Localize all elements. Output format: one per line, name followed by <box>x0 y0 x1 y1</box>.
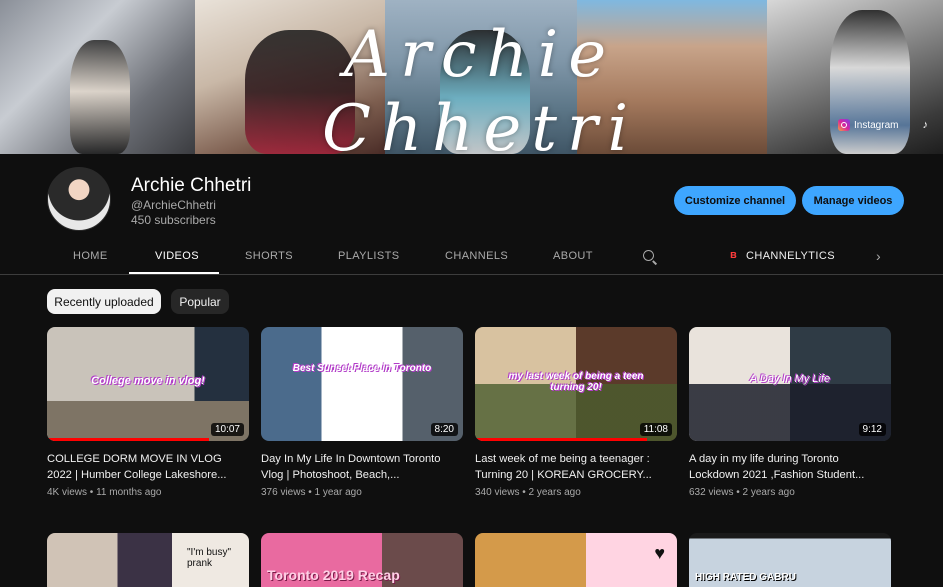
customize-channel-button[interactable]: Customize channel <box>674 186 796 215</box>
video-card[interactable]: College move in vlog! 10:07 COLLEGE DORM… <box>47 327 249 498</box>
banner-person-1 <box>70 40 130 154</box>
banner-person-4 <box>830 10 910 154</box>
chip-popular[interactable]: Popular <box>171 289 229 314</box>
tab-playlists[interactable]: PLAYLISTS <box>338 250 399 262</box>
instagram-link[interactable]: Instagram <box>854 120 898 131</box>
video-title[interactable]: COLLEGE DORM MOVE IN VLOG 2022 | Humber … <box>47 451 249 483</box>
thumbnail-caption: A Day In My Life <box>749 373 831 385</box>
video-thumbnail[interactable]: my last week of being a teen turning 20!… <box>475 327 677 441</box>
subscriber-count: 450 subscribers <box>131 213 216 227</box>
video-card[interactable]: Best Sunset Place in Toronto 8:20 Day In… <box>261 327 463 498</box>
chevron-right-icon[interactable]: › <box>876 248 881 264</box>
channel-name: Archie Chhetri <box>131 175 252 196</box>
thumbnail-caption: my last week of being a teen turning 20! <box>508 371 644 393</box>
tab-channels[interactable]: CHANNELS <box>445 250 508 262</box>
video-thumbnail[interactable]: ♥ <box>475 533 677 587</box>
video-card[interactable]: "I'm busy" prank <box>47 533 249 587</box>
video-title[interactable]: A day in my life during Toronto Lockdown… <box>689 451 891 483</box>
video-card[interactable]: ♥ <box>475 533 677 587</box>
video-duration: 10:07 <box>210 423 244 436</box>
video-duration: 9:12 <box>858 423 886 436</box>
tiktok-icon[interactable]: ♪ <box>922 119 928 131</box>
video-thumbnail[interactable]: "I'm busy" prank <box>47 533 249 587</box>
watch-progress-bar <box>475 438 647 441</box>
channel-avatar[interactable] <box>47 167 111 231</box>
thumbnail-caption: College move in vlog! <box>91 375 205 387</box>
video-meta: 632 views • 2 years ago <box>689 487 795 498</box>
channel-banner: Archie Chhetri Instagram ♪ <box>0 0 943 154</box>
banner-title: Archie Chhetri <box>321 18 639 154</box>
channel-handle: @ArchieChhetri <box>131 198 216 212</box>
tab-videos[interactable]: VIDEOS <box>155 250 199 262</box>
tab-home[interactable]: HOME <box>73 250 108 262</box>
manage-videos-button[interactable]: Manage videos <box>802 186 904 215</box>
video-card[interactable]: A Day In My Life 9:12 A day in my life d… <box>689 327 891 498</box>
instagram-icon[interactable] <box>838 119 850 131</box>
thumbnail-caption: Toronto 2019 Recap <box>267 567 400 583</box>
video-title[interactable]: Day In My Life In Downtown Toronto Vlog … <box>261 451 463 483</box>
video-card[interactable]: HIGH RATED GABRU <box>689 533 891 587</box>
video-meta: 376 views • 1 year ago <box>261 487 362 498</box>
video-thumbnail[interactable]: A Day In My Life 9:12 <box>689 327 891 441</box>
video-thumbnail[interactable]: Toronto 2019 Recap <box>261 533 463 587</box>
tab-channelytics[interactable]: CHANNELYTICS <box>746 250 835 262</box>
search-icon[interactable] <box>643 250 654 261</box>
video-card[interactable]: my last week of being a teen turning 20!… <box>475 327 677 498</box>
thumbnail-caption: Best Sunset Place in Toronto <box>292 363 432 374</box>
chip-recently-uploaded[interactable]: Recently uploaded <box>47 289 161 314</box>
banner-social-links[interactable]: Instagram ♪ <box>838 119 928 131</box>
video-duration: 8:20 <box>430 423 458 436</box>
thumbnail-caption: "I'm busy" prank <box>187 547 232 569</box>
tab-shorts[interactable]: SHORTS <box>245 250 293 262</box>
watch-progress-bar <box>47 438 209 441</box>
video-thumbnail[interactable]: HIGH RATED GABRU <box>689 533 891 587</box>
video-thumbnail[interactable]: College move in vlog! 10:07 <box>47 327 249 441</box>
video-thumbnail[interactable]: Best Sunset Place in Toronto 8:20 <box>261 327 463 441</box>
channelytics-icon[interactable]: ʙ <box>730 250 742 261</box>
video-duration: 11:08 <box>639 423 672 436</box>
video-card[interactable]: Toronto 2019 Recap <box>261 533 463 587</box>
video-title[interactable]: Last week of me being a teenager : Turni… <box>475 451 677 483</box>
thumbnail-caption: HIGH RATED GABRU <box>695 572 796 583</box>
active-tab-indicator <box>129 272 219 274</box>
heart-icon: ♥ <box>654 543 665 563</box>
tab-about[interactable]: ABOUT <box>553 250 593 262</box>
channel-tabs: HOME VIDEOS SHORTS PLAYLISTS CHANNELS AB… <box>0 240 943 275</box>
video-meta: 340 views • 2 years ago <box>475 487 581 498</box>
video-meta: 4K views • 11 months ago <box>47 487 162 498</box>
